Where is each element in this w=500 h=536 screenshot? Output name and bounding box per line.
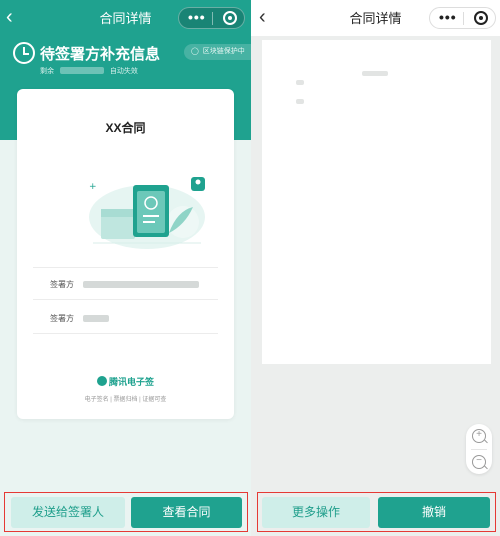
capsule-divider — [212, 12, 213, 25]
redacted-text — [362, 71, 388, 76]
contract-card[interactable]: XX合同 + 签署方 签署方 腾讯电子签 电子签名 | 票据归档 | 证据可查 — [17, 89, 234, 419]
signer-name-redacted — [83, 315, 109, 322]
miniprogram-capsule: ••• — [178, 7, 245, 29]
zoom-in-icon[interactable]: + — [472, 429, 486, 443]
signer-label: 签署方 — [50, 280, 74, 289]
blockchain-badge[interactable]: ◯ 区块链保护中 — [184, 44, 251, 60]
illustration-sparkle: + — [89, 182, 97, 192]
expiry-prefix: 剩余 — [40, 68, 54, 75]
status-title: 待签署方补充信息 — [40, 46, 161, 63]
action-bar-highlight: 更多操作 撤销 — [257, 492, 496, 532]
divider — [33, 333, 218, 334]
zoom-control: + − — [466, 424, 492, 474]
contract-detail-screen-left: ‹ 合同详情 ••• 待签署方补充信息 剩余 自动失效 ◯ 区块链保护中 XX合… — [0, 0, 251, 536]
shield-icon: ◯ — [191, 48, 199, 55]
navigation-bar: ‹ 合同详情 ••• — [0, 0, 251, 36]
zoom-out-symbol: − — [476, 455, 482, 466]
capsule-divider — [463, 12, 464, 25]
zoom-in-symbol: + — [476, 429, 482, 440]
brand-logo: 腾讯电子签 — [17, 375, 234, 388]
expiry-notice: 剩余 自动失效 — [40, 66, 138, 76]
redacted-text — [296, 80, 304, 85]
illustration-badge-dot — [195, 179, 201, 185]
close-miniprogram-icon[interactable] — [474, 11, 488, 25]
tencent-esign-icon — [96, 376, 107, 386]
divider — [33, 267, 218, 268]
close-miniprogram-icon[interactable] — [223, 11, 237, 25]
illustration-line — [143, 215, 159, 217]
more-menu-icon[interactable]: ••• — [188, 9, 206, 25]
illustration-box-lid — [101, 209, 135, 217]
more-actions-button[interactable]: 更多操作 — [262, 497, 370, 528]
expiry-suffix: 自动失效 — [109, 68, 138, 75]
view-contract-button[interactable]: 查看合同 — [131, 497, 242, 528]
divider — [33, 299, 218, 300]
blockchain-badge-label: 区块链保护中 — [202, 48, 245, 55]
zoom-divider — [471, 449, 487, 450]
redacted-time — [59, 67, 104, 74]
signer-name-redacted — [83, 281, 199, 288]
navigation-bar: ‹ 合同详情 ••• — [251, 0, 500, 36]
more-menu-icon[interactable]: ••• — [439, 9, 457, 25]
contract-document-preview[interactable] — [262, 40, 491, 364]
contract-title: XX合同 — [105, 121, 146, 135]
zoom-out-icon[interactable]: − — [472, 455, 486, 469]
revoke-button[interactable]: 撤销 — [378, 497, 490, 528]
signer-label: 签署方 — [50, 314, 74, 323]
illustration-line — [143, 221, 155, 223]
contract-illustration: + — [89, 177, 205, 249]
contract-detail-screen-right: ‹ 合同详情 ••• + − 更多操作 撤销 — [251, 0, 500, 536]
clock-icon — [13, 42, 35, 64]
redacted-text — [296, 99, 304, 104]
send-to-signer-button[interactable]: 发送给签署人 — [11, 497, 125, 528]
action-bar-highlight: 发送给签署人 查看合同 — [4, 492, 248, 532]
miniprogram-capsule: ••• — [429, 7, 496, 29]
brand-tagline: 电子签名 | 票据归档 | 证据可查 — [84, 397, 167, 403]
brand-name: 腾讯电子签 — [108, 377, 154, 387]
